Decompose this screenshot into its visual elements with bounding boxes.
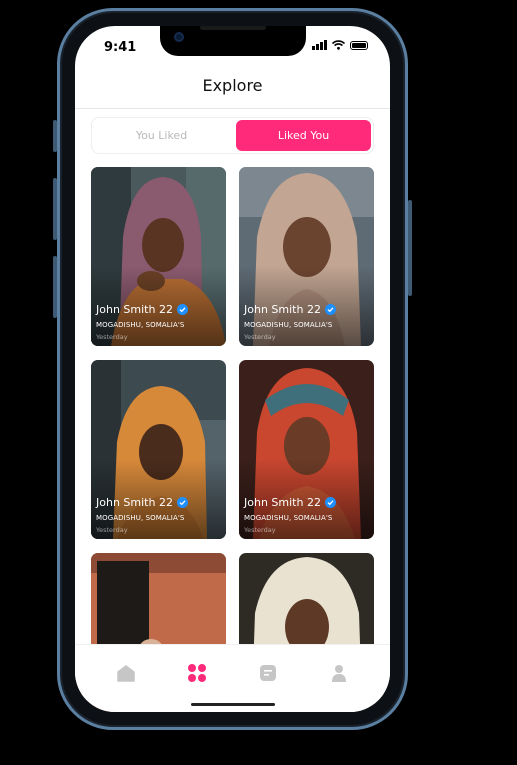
profile-timestamp: Yesterday bbox=[96, 333, 128, 341]
notch bbox=[160, 26, 306, 56]
header-divider bbox=[75, 108, 390, 109]
profile-card[interactable]: John Smith 22 MOGADISHU, SOMALIA'S Yeste… bbox=[91, 167, 226, 346]
profile-location: MOGADISHU, SOMALIA'S bbox=[96, 514, 185, 522]
speaker-grille bbox=[200, 26, 266, 30]
signal-icon bbox=[312, 40, 327, 50]
profile-name: John Smith 22 bbox=[96, 496, 173, 509]
grid-icon bbox=[188, 664, 206, 682]
app-screen: 9:41 Explore You Liked Liked You John Sm… bbox=[75, 26, 390, 712]
page-title: Explore bbox=[202, 76, 263, 95]
front-camera bbox=[174, 32, 184, 42]
mute-switch bbox=[53, 120, 57, 152]
chat-icon bbox=[260, 665, 276, 681]
profile-icon bbox=[332, 664, 346, 682]
profile-name: John Smith 22 bbox=[244, 303, 321, 316]
tab-explore[interactable] bbox=[186, 662, 208, 684]
volume-down-button bbox=[53, 256, 57, 318]
profile-card[interactable]: John Smith 22 MOGADISHU, SOMALIA'S Yeste… bbox=[239, 167, 374, 346]
tab-you-liked[interactable]: You Liked bbox=[94, 120, 229, 151]
tab-messages[interactable] bbox=[257, 662, 279, 684]
battery-icon bbox=[350, 40, 368, 50]
profile-location: MOGADISHU, SOMALIA'S bbox=[244, 321, 333, 329]
profile-timestamp: Yesterday bbox=[244, 333, 276, 341]
home-indicator bbox=[191, 703, 275, 706]
card-name-row: John Smith 22 bbox=[244, 303, 336, 316]
tab-liked-you[interactable]: Liked You bbox=[236, 120, 371, 151]
profile-location: MOGADISHU, SOMALIA'S bbox=[244, 514, 333, 522]
home-icon bbox=[117, 665, 135, 682]
bottom-tab-bar bbox=[75, 644, 390, 712]
status-time: 9:41 bbox=[104, 40, 137, 55]
verified-icon bbox=[176, 497, 188, 508]
tab-home[interactable] bbox=[115, 662, 137, 684]
profile-card[interactable]: John Smith 22 MOGADISHU, SOMALIA'S Yeste… bbox=[239, 360, 374, 539]
verified-icon bbox=[324, 497, 336, 508]
wifi-icon bbox=[332, 40, 345, 50]
segmented-control: You Liked Liked You bbox=[91, 117, 374, 154]
profile-timestamp: Yesterday bbox=[244, 526, 276, 534]
profile-name: John Smith 22 bbox=[96, 303, 173, 316]
profile-location: MOGADISHU, SOMALIA'S bbox=[96, 321, 185, 329]
tab-profile[interactable] bbox=[328, 662, 350, 684]
verified-icon bbox=[176, 304, 188, 315]
status-icons bbox=[312, 40, 368, 50]
power-button bbox=[408, 200, 412, 296]
verified-icon bbox=[324, 304, 336, 315]
volume-up-button bbox=[53, 178, 57, 240]
profile-card[interactable]: John Smith 22 MOGADISHU, SOMALIA'S Yeste… bbox=[91, 360, 226, 539]
profile-name: John Smith 22 bbox=[244, 496, 321, 509]
card-name-row: John Smith 22 bbox=[96, 303, 188, 316]
card-name-row: John Smith 22 bbox=[96, 496, 188, 509]
card-name-row: John Smith 22 bbox=[244, 496, 336, 509]
profile-timestamp: Yesterday bbox=[96, 526, 128, 534]
